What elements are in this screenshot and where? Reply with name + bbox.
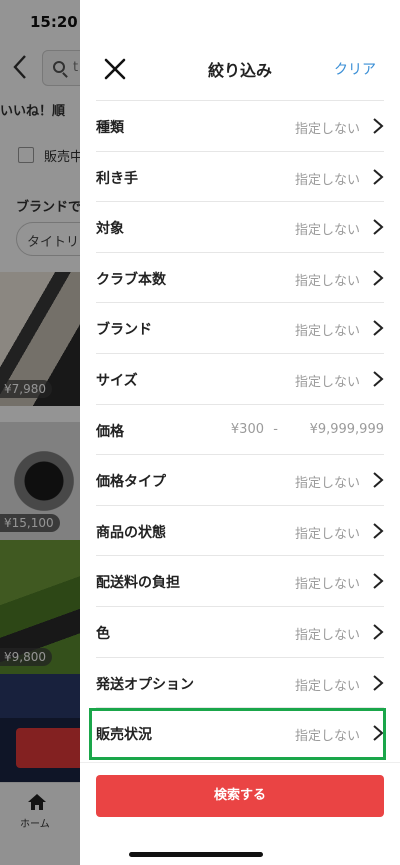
search-button[interactable]: 検索する bbox=[96, 775, 384, 817]
chevron-right-icon bbox=[373, 573, 384, 590]
filter-label: 色 bbox=[96, 625, 110, 642]
chevron-right-icon bbox=[373, 320, 384, 337]
filter-label: 発送オプション bbox=[96, 676, 194, 693]
filter-label: 商品の状態 bbox=[96, 524, 166, 541]
chevron-right-icon bbox=[373, 118, 384, 134]
filter-row-handedness[interactable]: 利き手 指定しない bbox=[96, 150, 384, 202]
filter-row-club-count[interactable]: クラブ本数 指定しない bbox=[96, 251, 384, 303]
highlight-box bbox=[89, 708, 386, 760]
bottom-action-area: 検索する bbox=[80, 762, 400, 865]
filter-label: 価格 bbox=[96, 423, 124, 440]
chevron-right-icon bbox=[373, 371, 384, 387]
price-max-input[interactable]: ¥9,999,999 bbox=[310, 422, 384, 437]
filter-value: 指定しない bbox=[294, 324, 360, 340]
chevron-right-icon bbox=[373, 674, 384, 691]
filter-row-type[interactable]: 種類 指定しない bbox=[96, 100, 384, 151]
filter-value: 指定しない bbox=[294, 172, 360, 188]
chevron-right-icon bbox=[373, 219, 384, 235]
filter-row-target[interactable]: 対象 指定しない bbox=[96, 201, 384, 252]
filter-value: 指定しない bbox=[294, 223, 360, 239]
filter-list: 種類 指定しない 利き手 指定しない 対象 指定しない クラブ本数 指定しない … bbox=[96, 100, 384, 758]
filter-label: 対象 bbox=[96, 221, 124, 238]
filter-value: 指定しない bbox=[294, 122, 360, 137]
chevron-right-icon bbox=[373, 522, 384, 539]
chevron-right-icon bbox=[373, 624, 384, 640]
filter-label: 価格タイプ bbox=[96, 474, 166, 491]
home-indicator bbox=[129, 852, 263, 857]
panel-header: 絞り込み クリア bbox=[80, 44, 400, 94]
filter-value: 指定しない bbox=[294, 577, 360, 593]
filter-label: 利き手 bbox=[96, 170, 138, 187]
filter-row-color[interactable]: 色 指定しない bbox=[96, 605, 384, 657]
filter-row-shipping-option[interactable]: 発送オプション 指定しない bbox=[96, 656, 384, 708]
filter-label: クラブ本数 bbox=[96, 271, 166, 288]
price-separator: - bbox=[273, 421, 278, 437]
filter-label: サイズ bbox=[96, 372, 138, 389]
chevron-right-icon bbox=[373, 270, 384, 286]
filter-value: 指定しない bbox=[294, 678, 360, 694]
price-min-input[interactable]: ¥300 bbox=[231, 422, 264, 437]
filter-row-shipping-fee[interactable]: 配送料の負担 指定しない bbox=[96, 555, 384, 606]
clear-button[interactable]: クリア bbox=[334, 59, 376, 79]
chevron-right-icon bbox=[373, 472, 384, 488]
filter-label: 配送料の負担 bbox=[96, 575, 180, 592]
filter-value: 指定しない bbox=[294, 273, 360, 289]
filter-row-condition[interactable]: 商品の状態 指定しない bbox=[96, 504, 384, 556]
filter-row-price-type[interactable]: 価格タイプ 指定しない bbox=[96, 454, 384, 505]
filter-label: ブランド bbox=[96, 322, 152, 339]
filter-row-brand[interactable]: ブランド 指定しない bbox=[96, 302, 384, 353]
dim-overlay[interactable] bbox=[0, 0, 80, 865]
filter-row-size[interactable]: サイズ 指定しない bbox=[96, 352, 384, 404]
filter-value: 指定しない bbox=[294, 476, 360, 492]
filter-value: 指定しない bbox=[294, 526, 360, 542]
filter-value: 指定しない bbox=[294, 374, 360, 390]
chevron-right-icon bbox=[373, 168, 384, 185]
filter-row-price: 価格 ¥300 - ¥9,999,999 bbox=[96, 403, 384, 455]
filter-value: 指定しない bbox=[294, 627, 360, 643]
filter-label: 種類 bbox=[96, 120, 124, 136]
